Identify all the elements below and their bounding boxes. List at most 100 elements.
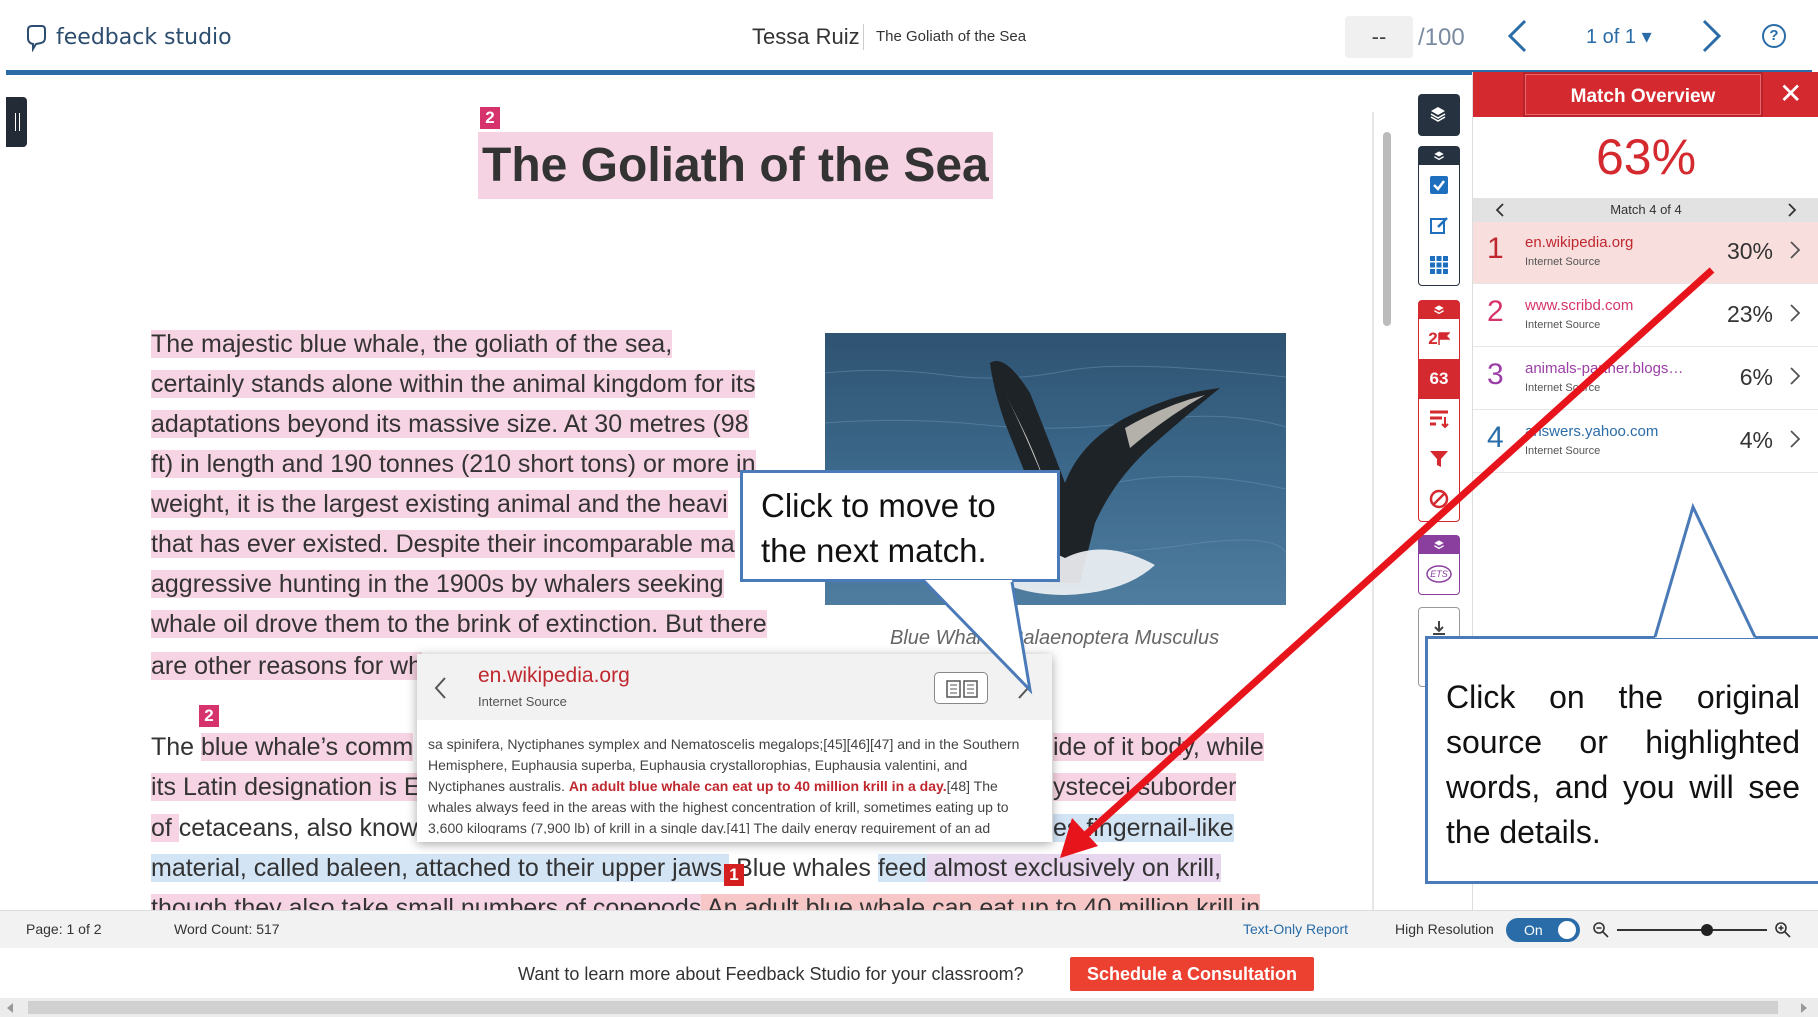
highlighted-text[interactable]: aggressive hunting in the 1900s by whale… xyxy=(151,570,724,598)
compare-icon xyxy=(946,680,978,698)
edit-icon xyxy=(1430,217,1448,234)
match-source[interactable]: animals-partner.blogsp... xyxy=(1525,360,1685,377)
highlighted-text[interactable]: ystecei suborder xyxy=(1053,773,1237,801)
chevron-left-icon xyxy=(1507,19,1527,53)
similarity-score-button[interactable]: 63 xyxy=(1419,359,1459,399)
plain-text: cetaceans, also know xyxy=(178,814,418,842)
zoom-in-icon[interactable] xyxy=(1774,921,1792,939)
text-only-report-link[interactable]: Text-Only Report xyxy=(1243,921,1348,937)
popup-source-name[interactable]: en.wikipedia.org xyxy=(478,664,630,688)
highlighted-text[interactable]: es xyxy=(1053,814,1080,842)
essay-title[interactable]: The Goliath of the Sea xyxy=(478,132,993,199)
grid-icon xyxy=(1430,256,1448,274)
grade-input[interactable]: -- xyxy=(1345,16,1413,58)
side-by-side-compare-button[interactable] xyxy=(934,672,988,704)
highlighted-text[interactable]: feed xyxy=(877,854,927,882)
image-caption: Blue Whale - Balaenoptera Musculus xyxy=(890,627,1220,649)
horizontal-scrollbar[interactable] xyxy=(0,998,1818,1017)
match-percent: 30% xyxy=(1726,238,1773,264)
highlighted-text[interactable]: weight, it is the largest existing anima… xyxy=(151,490,728,518)
zoom-slider-track[interactable] xyxy=(1617,929,1767,931)
highlighted-text[interactable]: The majestic blue whale, the goliath of … xyxy=(151,330,673,358)
highlighted-text[interactable]: are other reasons for wh xyxy=(151,652,422,680)
promo-footer: Want to learn more about Feedback Studio… xyxy=(0,948,1818,998)
filter-icon xyxy=(1430,451,1448,467)
high-resolution-label: High Resolution xyxy=(1395,921,1494,937)
highlighted-text[interactable]: of xyxy=(151,814,179,842)
highlighted-text[interactable]: adaptations beyond its massive size. At … xyxy=(151,410,749,438)
match-row-3[interactable]: 3 animals-partner.blogsp... Internet Sou… xyxy=(1473,348,1818,410)
zoom-slider-handle[interactable] xyxy=(1701,924,1713,936)
match-row-2[interactable]: 2 www.scribd.com Internet Source 23% xyxy=(1473,285,1818,347)
highlighted-text[interactable]: almost exclusively on krill, xyxy=(926,854,1222,882)
chevron-right-icon[interactable] xyxy=(1789,240,1801,260)
chevron-right-icon[interactable] xyxy=(1787,203,1797,217)
scroll-right-icon[interactable] xyxy=(1800,1003,1808,1013)
highlighted-text[interactable]: ft) in length and 190 tonnes (210 short … xyxy=(151,450,756,478)
match-percent: 6% xyxy=(1739,364,1773,390)
paper-selector[interactable]: 1 of 1 ▾ xyxy=(1586,24,1652,49)
chevron-left-icon[interactable] xyxy=(1495,203,1505,217)
chevron-right-icon xyxy=(1702,19,1722,53)
document-title: The Goliath of the Sea xyxy=(876,28,1027,45)
active-match-badge[interactable]: 1 xyxy=(724,864,744,886)
match-source[interactable]: www.scribd.com xyxy=(1525,297,1685,314)
chevron-right-icon[interactable] xyxy=(1789,303,1801,323)
highlighted-text[interactable]: blue whale’s comm xyxy=(201,733,414,761)
grading-tools-group xyxy=(1418,146,1460,286)
zoom-out-icon[interactable] xyxy=(1592,921,1610,939)
feedback-summary-button[interactable] xyxy=(1419,205,1459,245)
student-name: Tessa Ruiz xyxy=(752,24,860,49)
flag-count-button[interactable]: 2 xyxy=(1419,319,1459,359)
rubric-grid-button[interactable] xyxy=(1419,245,1459,285)
ets-icon: ETS xyxy=(1426,565,1452,583)
chevron-right-icon[interactable] xyxy=(1789,429,1801,449)
match-row-4[interactable]: 4 answers.yahoo.com Internet Source 4% xyxy=(1473,411,1818,473)
paragraph-match-badge[interactable]: 2 xyxy=(199,705,219,727)
scroll-left-icon[interactable] xyxy=(6,1003,14,1013)
help-icon[interactable]: ? xyxy=(1762,24,1786,48)
top-header: feedback studio Tessa Ruiz The Goliath o… xyxy=(0,0,1818,72)
high-resolution-toggle[interactable]: On xyxy=(1506,918,1580,942)
next-paper-button[interactable] xyxy=(1700,18,1724,59)
scrollbar-thumb[interactable] xyxy=(28,1001,1778,1014)
app-name: feedback studio xyxy=(56,24,232,50)
app-logo[interactable]: feedback studio xyxy=(24,22,232,52)
match-number: 3 xyxy=(1487,358,1504,391)
flag-icon xyxy=(1437,332,1450,345)
document-scrollbar[interactable] xyxy=(1383,132,1391,326)
match-source[interactable]: en.wikipedia.org xyxy=(1525,234,1685,251)
all-sources-button[interactable] xyxy=(1419,399,1459,439)
popup-previous-match-button[interactable] xyxy=(433,676,447,705)
title-match-badge[interactable]: 2 xyxy=(480,107,500,129)
rubric-check-button[interactable] xyxy=(1419,165,1459,205)
layers-button[interactable] xyxy=(1418,94,1460,136)
popup-next-match-button[interactable] xyxy=(1017,676,1031,705)
flag-count: 2 xyxy=(1428,329,1438,348)
match-row-1[interactable]: 1 en.wikipedia.org Internet Source 30% xyxy=(1473,222,1818,284)
download-icon xyxy=(1433,621,1445,635)
highlighted-text[interactable]: certainly stands alone within the animal… xyxy=(151,370,756,398)
overall-similarity-percent: 63% xyxy=(1595,129,1697,185)
highlighted-text[interactable]: that has ever existed. Despite their inc… xyxy=(151,530,735,558)
filters-button[interactable] xyxy=(1419,439,1459,479)
match-source-type: Internet Source xyxy=(1525,445,1601,457)
match-source[interactable]: answers.yahoo.com xyxy=(1525,423,1685,440)
grade-max: /100 xyxy=(1418,24,1465,51)
match-position: Match 4 of 4 xyxy=(1610,202,1682,217)
highlighted-text[interactable]: whale oil drove them to the brink of ext… xyxy=(151,610,767,638)
layers-icon xyxy=(1419,301,1459,319)
highlighted-text[interactable]: material, called baleen, attached to the… xyxy=(151,854,730,882)
side-panel-handle[interactable] xyxy=(6,97,27,147)
highlighted-text[interactable]: ide of it body, while xyxy=(1053,733,1264,761)
toggle-state: On xyxy=(1524,922,1543,938)
source-details-callout: Click on the original source or highligh… xyxy=(1425,636,1818,884)
schedule-consultation-button[interactable]: Schedule a Consultation xyxy=(1070,957,1314,991)
chevron-right-icon[interactable] xyxy=(1789,366,1801,386)
previous-paper-button[interactable] xyxy=(1505,18,1529,59)
highlighted-text[interactable]: its Latin designation is E xyxy=(151,773,421,801)
close-icon[interactable]: ✕ xyxy=(1779,80,1802,108)
highlighted-text[interactable]: fingernail-like xyxy=(1079,814,1234,842)
exclude-sources-button[interactable] xyxy=(1419,479,1459,519)
ets-etutor-button[interactable]: ETS xyxy=(1419,554,1459,594)
